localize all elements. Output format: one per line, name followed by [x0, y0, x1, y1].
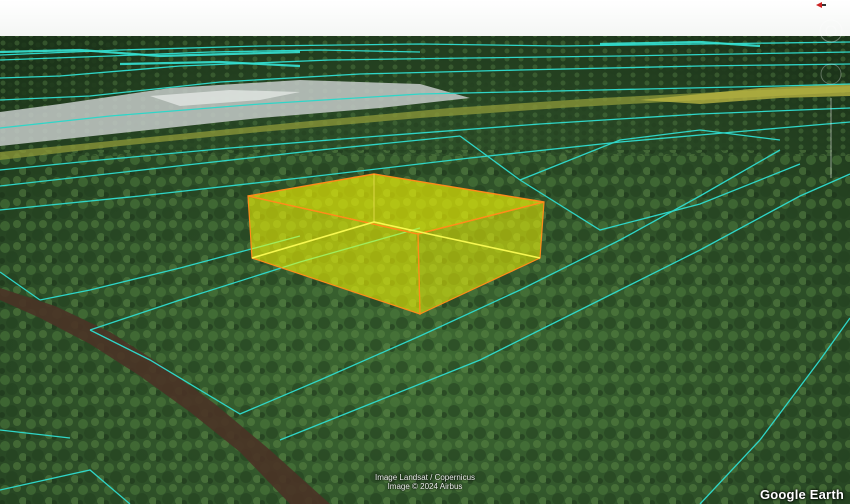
imagery-attribution-airbus: Image © 2024 Airbus: [387, 482, 463, 491]
map-viewport[interactable]: Image Landsat / Copernicus Image © 2024 …: [0, 0, 850, 504]
north-arrow-icon[interactable]: [816, 2, 826, 8]
imagery-attribution-landsat: Image Landsat / Copernicus: [374, 473, 476, 482]
navigation-controls-icon[interactable]: [818, 18, 844, 188]
terrain-view[interactable]: [0, 0, 850, 504]
google-earth-logo: Google Earth: [759, 487, 844, 502]
